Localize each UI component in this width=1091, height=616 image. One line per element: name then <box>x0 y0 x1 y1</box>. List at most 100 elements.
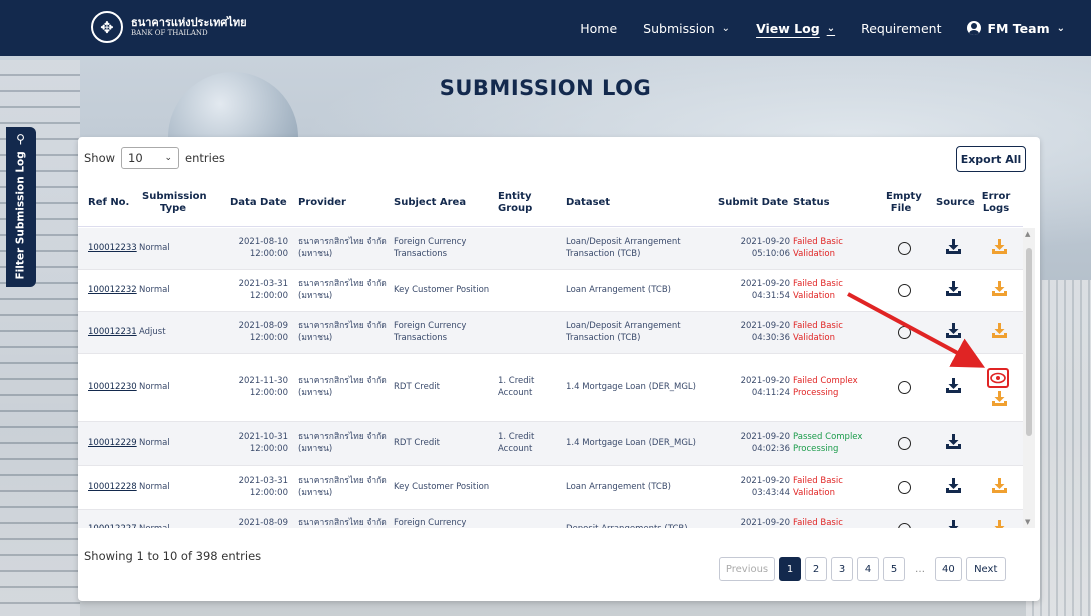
dataset: Loan/Deposit Arrangement Transaction (TC… <box>566 321 681 343</box>
page-length-select[interactable]: 10 ⌄ <box>121 147 180 169</box>
empty-file-radio[interactable] <box>898 523 911 528</box>
subject-area: Foreign Currency Transactions <box>394 237 467 259</box>
table-row[interactable]: 100012232 Normal 2021-03-31 12:00:00 ธนา… <box>78 270 1023 312</box>
brand-english-name: BANK OF THAILAND <box>131 29 208 37</box>
status-text: Failed Basic Validation <box>793 237 843 259</box>
ref-no-link[interactable]: 100012228 <box>88 482 140 493</box>
table-row[interactable]: 100012231 Adjust 2021-08-09 12:00:00 ธนา… <box>78 312 1023 354</box>
column-header[interactable]: Provider <box>298 197 390 209</box>
pagination-page[interactable]: 1 <box>779 557 801 581</box>
dataset: Deposit Arrangements (TCB) <box>566 524 708 528</box>
table-row[interactable]: 100012230 Normal 2021-11-30 12:00:00 ธนา… <box>78 354 1023 422</box>
empty-file-radio[interactable] <box>898 437 911 450</box>
ref-no-link[interactable]: 100012232 <box>88 285 140 296</box>
column-header[interactable]: Empty File <box>886 191 922 215</box>
ref-no-link[interactable]: 100012229 <box>88 438 140 449</box>
user-circle-icon <box>967 21 982 35</box>
provider: ธนาคารกสิกรไทย จำกัด (มหาชน) <box>298 376 387 398</box>
brand-thai-name: ธนาคารแห่งประเทศไทย <box>131 16 247 29</box>
eye-icon <box>990 372 1006 384</box>
column-header[interactable]: Error Logs <box>978 191 1014 215</box>
download-error-log-icon[interactable] <box>991 322 1008 339</box>
user-menu[interactable]: FM Team ⌄ <box>967 21 1065 36</box>
subject-area: Foreign Currency Transactions <box>394 321 467 343</box>
column-header[interactable]: Submission Type <box>142 191 207 215</box>
empty-file-radio[interactable] <box>898 381 911 394</box>
ref-no-link[interactable]: 100012227 <box>88 524 140 528</box>
download-error-log-icon[interactable] <box>991 519 1008 529</box>
subject-area: Key Customer Position <box>394 284 490 295</box>
empty-file-radio[interactable] <box>898 284 911 297</box>
download-error-log-icon[interactable] <box>991 391 1008 407</box>
download-source-icon[interactable] <box>945 238 962 255</box>
table-row[interactable]: 100012227 Normal 2021-08-09 12:00:00 ธนา… <box>78 510 1023 528</box>
dataset: 1.4 Mortgage Loan (DER_MGL) <box>566 381 696 392</box>
empty-file-radio[interactable] <box>898 481 911 494</box>
pagination-page[interactable]: 5 <box>883 557 905 581</box>
download-error-log-icon[interactable] <box>991 280 1008 297</box>
column-header[interactable]: Entity Group <box>498 191 538 215</box>
table-info: Showing 1 to 10 of 398 entries <box>84 549 262 563</box>
ref-no-link[interactable]: 100012230 <box>88 382 140 393</box>
submit-date: 2021-09-20 04:31:54 <box>740 279 790 301</box>
submit-date: 2021-09-20 04:11:24 <box>740 376 790 398</box>
column-header[interactable]: Subject Area <box>394 197 494 209</box>
scroll-down-arrow-icon[interactable]: ▼ <box>1025 518 1030 526</box>
submission-type: Normal <box>139 437 170 448</box>
table-row[interactable]: 100012233 Normal 2021-08-10 12:00:00 ธนา… <box>78 228 1023 270</box>
table-row[interactable]: 100012228 Normal 2021-03-31 12:00:00 ธนา… <box>78 466 1023 510</box>
chevron-down-icon: ⌄ <box>826 22 836 34</box>
download-source-icon[interactable] <box>945 477 962 494</box>
scroll-thumb[interactable] <box>1026 248 1032 436</box>
dataset: Loan Arrangement (TCB) <box>566 284 671 295</box>
download-source-icon[interactable] <box>945 280 962 297</box>
download-error-log-icon[interactable] <box>991 477 1008 494</box>
bank-emblem-icon: ✥ <box>91 11 123 43</box>
download-source-icon[interactable] <box>945 433 962 450</box>
submit-date: 2021-09-20 03:43:44 <box>740 476 790 498</box>
column-header[interactable]: Dataset <box>566 197 708 209</box>
empty-file-radio[interactable] <box>898 242 911 255</box>
data-date: 2021-11-30 12:00:00 <box>238 376 288 398</box>
pagination-page[interactable]: 4 <box>857 557 879 581</box>
submission-log-card: Show 10 ⌄ entries Export All Ref No. Sub… <box>78 137 1040 601</box>
pagination-next[interactable]: Next <box>965 557 1006 581</box>
submission-type: Normal <box>139 242 170 253</box>
nav-view-log[interactable]: View Log ⌄ <box>756 21 835 36</box>
pagination-page[interactable]: 2 <box>805 557 827 581</box>
data-date: 2021-10-31 12:00:00 <box>238 432 288 454</box>
ref-no-link[interactable]: 100012233 <box>88 243 140 254</box>
download-source-icon[interactable] <box>945 519 962 529</box>
provider: ธนาคารกสิกรไทย จำกัด (มหาชน) <box>298 321 387 343</box>
submission-type: Adjust <box>139 326 166 337</box>
column-header[interactable]: Submit Date <box>718 197 794 209</box>
page-length-control: Show 10 ⌄ entries <box>84 147 225 169</box>
nav-submission[interactable]: Submission ⌄ <box>643 21 730 36</box>
view-error-log-button[interactable] <box>987 368 1009 388</box>
column-header[interactable]: Ref No. <box>88 197 140 209</box>
data-date: 2021-08-09 12:00:00 <box>238 518 288 528</box>
column-header[interactable]: Status <box>793 197 885 209</box>
download-source-icon[interactable] <box>945 377 962 394</box>
column-header[interactable]: Source <box>936 197 976 209</box>
download-source-icon[interactable] <box>945 322 962 339</box>
pagination-ellipsis: … <box>915 563 925 575</box>
table-scrollbar[interactable]: ▲ ▼ <box>1023 228 1035 528</box>
submission-type: Normal <box>139 524 217 528</box>
pagination-page[interactable]: 3 <box>831 557 853 581</box>
download-error-log-icon[interactable] <box>991 238 1008 255</box>
nav-requirement[interactable]: Requirement <box>861 21 941 36</box>
table-row[interactable]: 100012229 Normal 2021-10-31 12:00:00 ธนา… <box>78 422 1023 466</box>
export-all-button[interactable]: Export All <box>956 146 1026 172</box>
submission-type: Normal <box>139 284 170 295</box>
pagination-page[interactable]: 40 <box>935 557 962 581</box>
brand-logo[interactable]: ✥ ธนาคารแห่งประเทศไทย BANK OF THAILAND <box>91 11 247 43</box>
ref-no-link[interactable]: 100012231 <box>88 327 140 338</box>
filter-submission-log-tab[interactable]: Filter Submission Log ⚲ <box>6 127 36 287</box>
empty-file-radio[interactable] <box>898 326 911 339</box>
subject-area: RDT Credit <box>394 437 440 448</box>
column-header[interactable]: Data Date <box>230 197 298 209</box>
scroll-up-arrow-icon[interactable]: ▲ <box>1025 230 1030 238</box>
pagination-previous[interactable]: Previous <box>719 557 775 581</box>
nav-home[interactable]: Home <box>580 21 617 36</box>
